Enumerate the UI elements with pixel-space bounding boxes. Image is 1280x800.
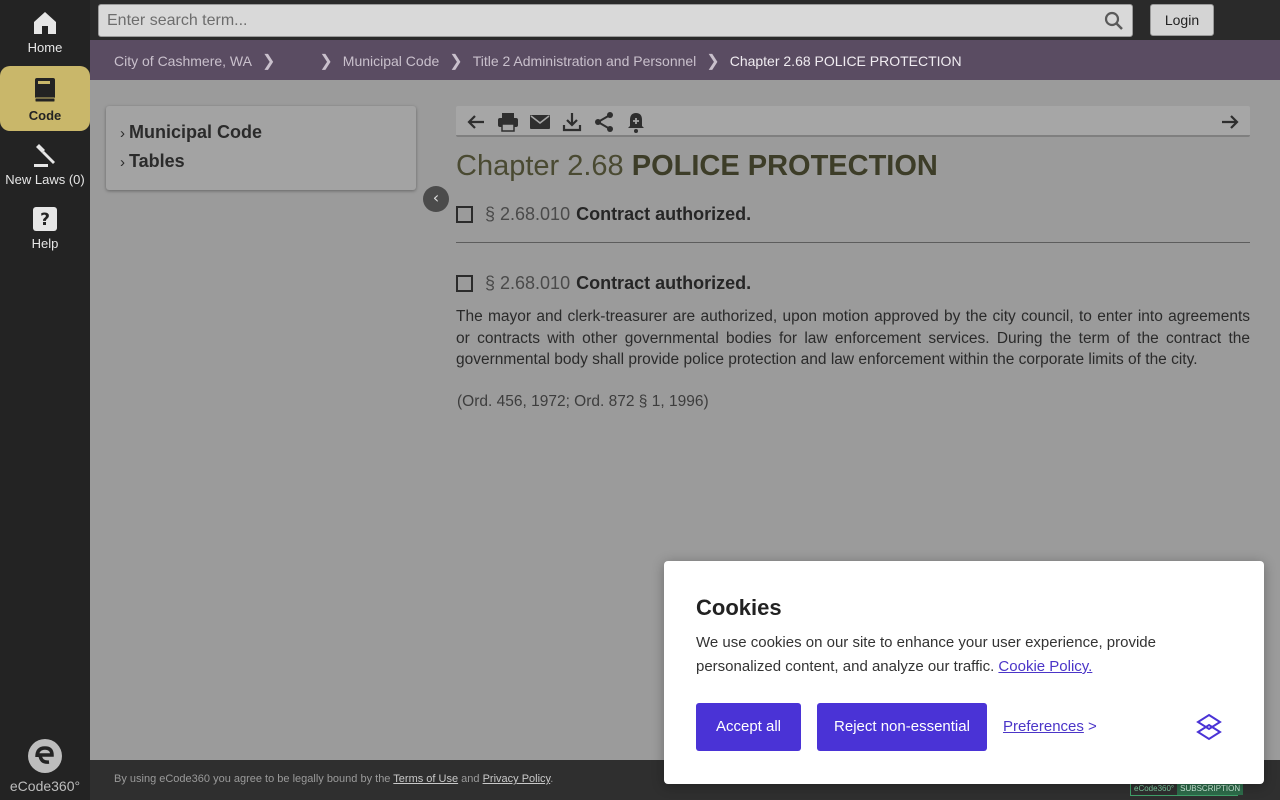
nav-help[interactable]: ? Help: [0, 206, 90, 260]
content-toolbar: [456, 106, 1250, 137]
reject-non-essential-button[interactable]: Reject non-essential: [817, 703, 987, 751]
chapter-prefix: Chapter 2.68: [456, 150, 624, 182]
cookie-text: We use cookies on our site to enhance yo…: [696, 631, 1236, 679]
book-icon: [34, 78, 56, 103]
nav-code-label: Code: [28, 108, 62, 123]
breadcrumb-item-city[interactable]: City of Cashmere, WA: [114, 53, 252, 69]
home-icon: [34, 12, 56, 34]
nav-help-label: Help: [31, 236, 59, 251]
breadcrumb-item-title[interactable]: Title 2 Administration and Personnel: [473, 53, 697, 69]
print-icon[interactable]: [496, 110, 520, 134]
svg-text:?: ?: [40, 210, 50, 230]
breadcrumb: City of Cashmere, WA ❯ ❯ Municipal Code …: [114, 51, 962, 71]
badge-brand: eCode360°: [1134, 784, 1175, 793]
chevron-left-icon: ‹: [432, 188, 440, 207]
footer-legal: By using eCode360 you agree to be legall…: [114, 773, 553, 785]
cookie-policy-link[interactable]: Cookie Policy.: [998, 658, 1092, 675]
privacy-policy-link[interactable]: Privacy Policy: [483, 773, 551, 785]
help-icon: ?: [33, 207, 57, 231]
footer-legal-prefix: By using eCode360 you agree to be legall…: [114, 773, 391, 785]
chevron-right-icon: ❯: [706, 53, 720, 70]
ecode360-logo[interactable]: eCode360°: [0, 738, 90, 794]
accept-all-button[interactable]: Accept all: [696, 703, 801, 751]
toc-item-tables[interactable]: › Tables: [120, 151, 185, 172]
chevron-right-icon: ❯: [261, 53, 276, 70]
ecode-logo-text: eCode360°: [9, 778, 81, 794]
toc-item-label: Municipal Code: [129, 122, 263, 142]
footer-suffix: .: [550, 773, 554, 785]
email-icon[interactable]: [528, 110, 552, 134]
section-number: § 2.68.010: [485, 204, 571, 224]
preferences-arrow: >: [1088, 718, 1097, 735]
section-title-link[interactable]: Contract authorized.: [576, 204, 751, 225]
ecode-logo-icon: [28, 739, 62, 773]
toc-item-label: Tables: [129, 151, 185, 171]
nav-code[interactable]: Code: [0, 66, 90, 131]
breadcrumb-current: Chapter 2.68 POLICE PROTECTION: [729, 53, 962, 69]
terms-of-use-link[interactable]: Terms of Use: [393, 773, 458, 785]
forward-arrow-icon[interactable]: [1218, 110, 1242, 134]
chevron-right-icon: ›: [120, 125, 125, 142]
search-input[interactable]: [107, 5, 1087, 36]
login-button[interactable]: Login: [1150, 4, 1214, 36]
badge-subscription: SUBSCRIPTION: [1177, 783, 1244, 795]
search-icon[interactable]: [1104, 11, 1124, 31]
bell-add-icon[interactable]: [624, 110, 648, 134]
section-checkbox[interactable]: [456, 275, 473, 292]
toc-item-municipal-code[interactable]: › Municipal Code: [120, 122, 262, 143]
chevron-right-icon: ❯: [449, 53, 463, 70]
chevron-right-icon: ❯: [319, 53, 333, 70]
section-body-text: The mayor and clerk-treasurer are author…: [456, 308, 1250, 368]
section-toc-row[interactable]: § 2.68.010 Contract authorized.: [456, 204, 751, 225]
chapter-name: POLICE PROTECTION: [631, 150, 938, 182]
section-checkbox[interactable]: [456, 206, 473, 223]
nav-home[interactable]: Home: [0, 10, 90, 62]
preferences-link[interactable]: Preferences >: [1003, 718, 1097, 735]
gavel-icon: [34, 144, 55, 167]
breadcrumb-item-code[interactable]: Municipal Code: [343, 53, 440, 69]
cookie-dialog: Cookies We use cookies on our site to en…: [664, 561, 1264, 784]
share-icon[interactable]: [592, 110, 616, 134]
left-nav: Home Code New Laws (0) ? Help eCode360°: [0, 0, 90, 800]
back-arrow-icon[interactable]: [464, 110, 488, 134]
footer-and: and: [461, 773, 480, 785]
download-icon[interactable]: [560, 110, 584, 134]
collapse-toc-button[interactable]: ‹: [423, 186, 449, 212]
preferences-label: Preferences: [1003, 718, 1084, 735]
section-title: Contract authorized.: [576, 273, 752, 293]
section-history: (Ord. 456, 1972; Ord. 872 § 1, 1996): [457, 393, 709, 410]
section-number: § 2.68.010: [485, 273, 571, 293]
chevron-right-icon: ›: [120, 154, 125, 171]
consent-logo-icon[interactable]: [1194, 712, 1224, 742]
cookie-title: Cookies: [696, 595, 782, 620]
search-box: [98, 4, 1133, 37]
nav-new-laws-label: New Laws (0): [5, 172, 85, 187]
top-bar: Login: [90, 0, 1280, 40]
divider: [456, 242, 1250, 243]
section-heading-row: § 2.68.010 Contract authorized.: [456, 273, 751, 294]
toc-panel: › Municipal Code › Tables: [106, 106, 416, 190]
nav-home-label: Home: [27, 40, 63, 55]
subscription-badge: eCode360° SUBSCRIPTION: [1130, 782, 1244, 796]
breadcrumb-bar: City of Cashmere, WA ❯ ❯ Municipal Code …: [90, 40, 1280, 80]
nav-new-laws[interactable]: New Laws (0): [0, 140, 90, 194]
chapter-title: Chapter 2.68 POLICE PROTECTION: [456, 150, 938, 183]
